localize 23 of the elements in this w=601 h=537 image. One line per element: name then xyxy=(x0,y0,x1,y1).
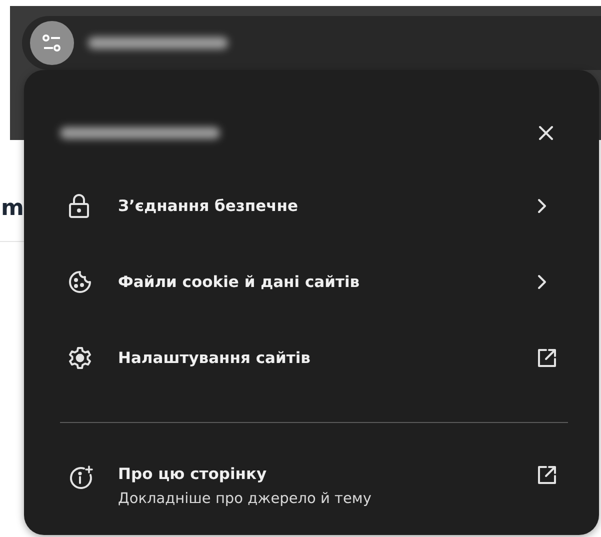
menu-item-label: Налаштування сайтів xyxy=(118,349,312,367)
lock-icon xyxy=(68,194,90,218)
menu-item-description: Докладніше про джерело й тему xyxy=(118,491,372,507)
menu-item-label: Про цю сторінку xyxy=(118,465,268,483)
cookie-icon xyxy=(68,270,92,294)
external-link-icon xyxy=(537,465,557,485)
chevron-right-icon xyxy=(537,198,547,214)
menu-item-label: З’єднання безпечне xyxy=(118,197,299,215)
close-icon xyxy=(537,124,555,142)
menu-item[interactable]: Налаштування сайтів xyxy=(60,346,567,370)
menu-item-label: Файли cookie й дані сайтів xyxy=(118,273,361,291)
menu-item[interactable]: Про цю сторінку Докладніше про джерело й тему xyxy=(60,465,567,507)
site-info-button[interactable] xyxy=(30,21,74,65)
external-link-icon xyxy=(537,348,557,368)
page-heading: m xyxy=(1,195,24,223)
menu-item[interactable]: Файли cookie й дані сайтів xyxy=(60,270,567,294)
menu-item[interactable]: З’єднання безпечне xyxy=(60,194,567,218)
close-button[interactable] xyxy=(537,124,555,142)
settings-icon xyxy=(68,346,92,370)
chevron-right-icon xyxy=(537,274,547,290)
address-bar[interactable] xyxy=(22,16,601,70)
info-sparkle-icon xyxy=(68,465,94,491)
tune-icon xyxy=(41,34,63,52)
